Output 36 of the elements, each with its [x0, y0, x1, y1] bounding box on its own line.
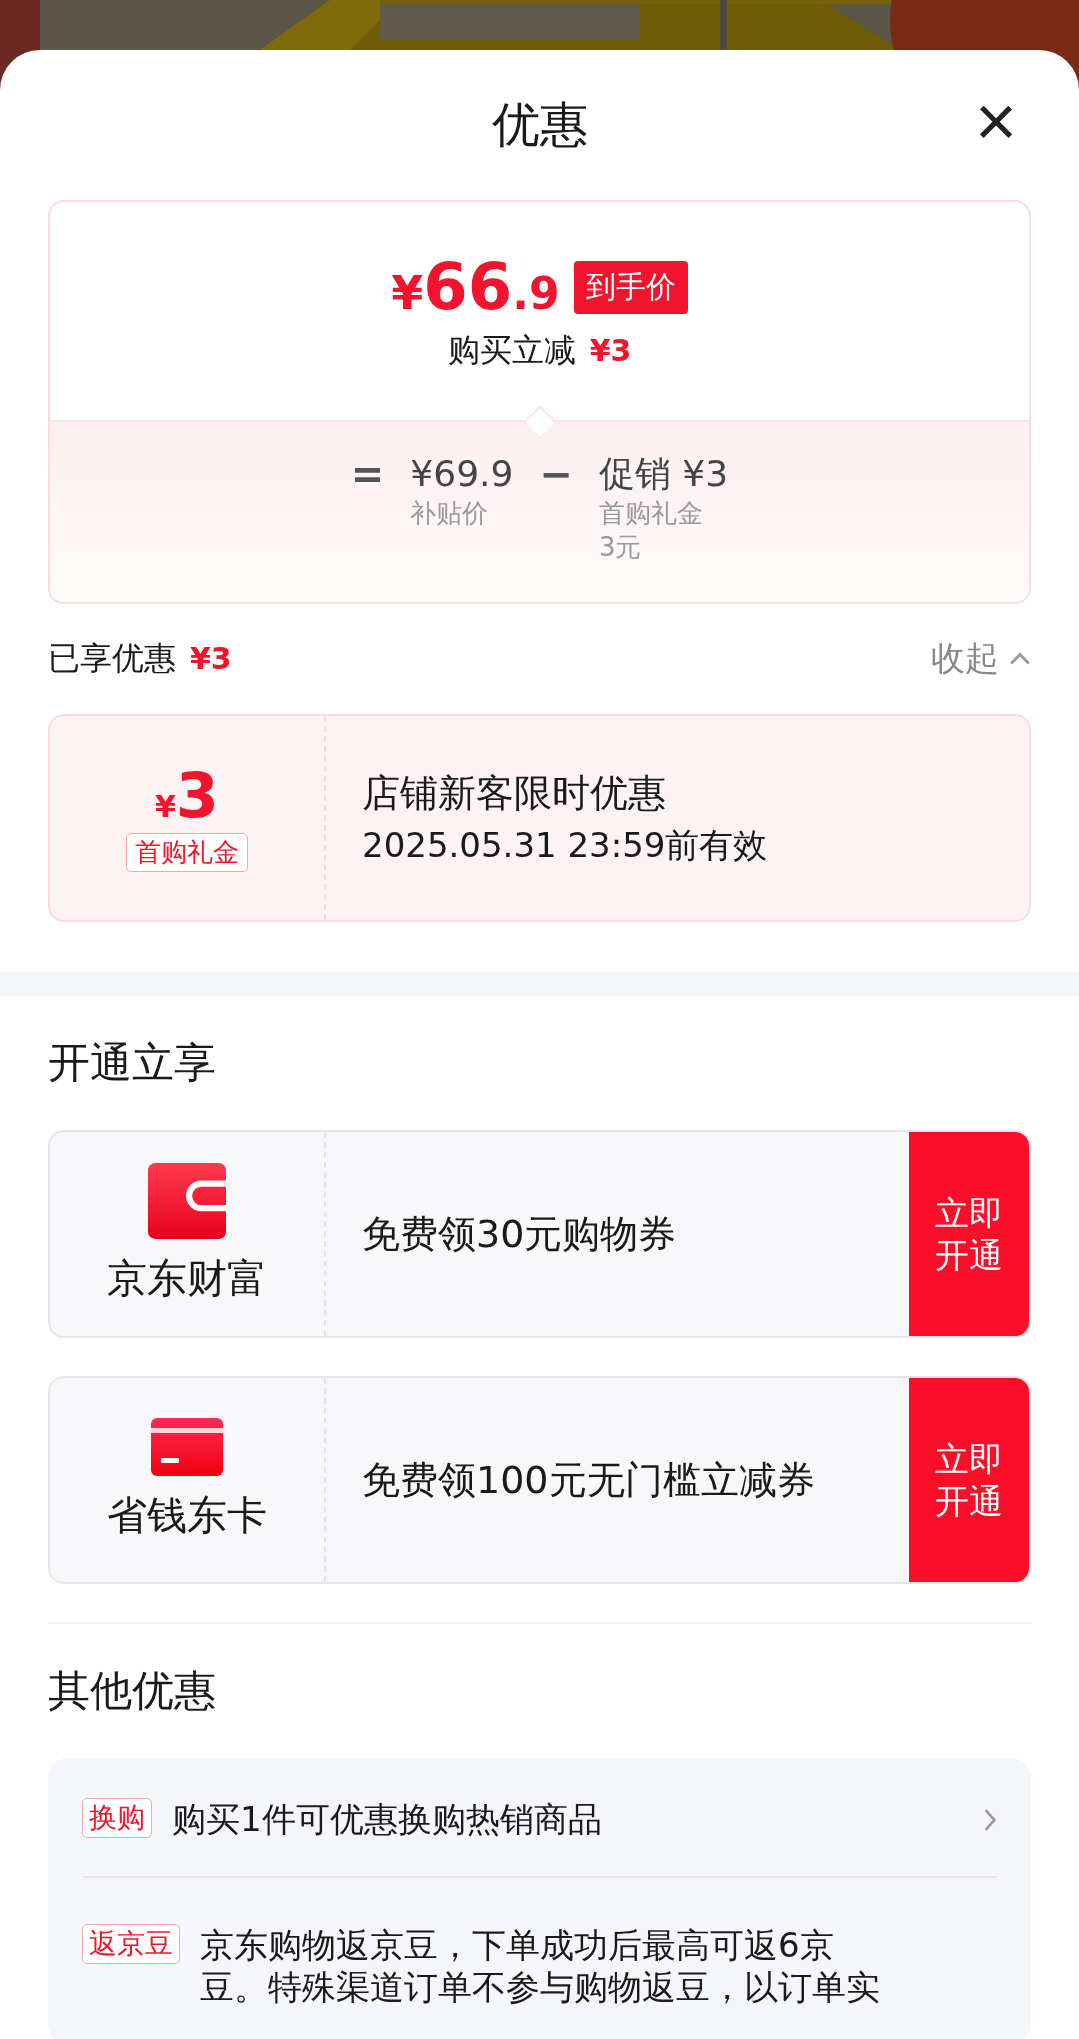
price-term: 促销 ¥3	[598, 452, 729, 496]
card-icon	[151, 1417, 223, 1476]
wallet-icon	[148, 1162, 226, 1239]
price-tag: 到手价	[573, 260, 688, 314]
activate-button[interactable]: 立即开通	[909, 1132, 1029, 1336]
term-note: 首购礼金	[598, 497, 704, 530]
offer-tag: 换购	[82, 1798, 152, 1838]
offer-text: 免费领30元购物券	[362, 1210, 677, 1258]
offer-name: 省钱东卡	[107, 1490, 267, 1540]
coupon-amount: ¥3	[155, 764, 219, 827]
coupon-validity: 2025.05.31 23:59前有效	[362, 823, 768, 867]
sheet-title: 优惠	[491, 95, 588, 154]
applied-label: 已享优惠	[48, 638, 176, 679]
coupon-title: 店铺新客限时优惠	[362, 769, 667, 817]
activate-button[interactable]: 立即开通	[909, 1378, 1029, 1582]
discount-amount: ¥3	[589, 333, 632, 368]
operator-sign: =	[350, 452, 385, 496]
chevron-icon	[1009, 652, 1031, 666]
final-price: ¥66.9	[391, 255, 560, 319]
collapse-toggle[interactable]: 收起	[931, 636, 1031, 682]
price-term: ¥69.9	[410, 452, 514, 496]
offer-text: 免费领100元无门槛立减券	[362, 1456, 815, 1504]
chevron-right-icon[interactable]	[983, 1808, 997, 1832]
offer-description: 购买1件可优惠换购热销商品	[172, 1798, 603, 1840]
discount-label: 购买立减	[447, 330, 576, 371]
applied-amount: ¥3	[190, 641, 232, 676]
offer-description: 京东购物返京豆，下单成功后最高可返6京豆。特殊渠道订单不参与购物返豆，以订单实	[200, 1924, 881, 2008]
close-button[interactable]: ×	[961, 86, 1031, 156]
term-note: 补贴价	[410, 497, 490, 530]
section-heading: 开通立享	[48, 1037, 217, 1089]
offer-tag: 返京豆	[82, 1924, 180, 1964]
term-note: 3元	[598, 531, 643, 564]
coupon-tag: 首购礼金	[126, 832, 248, 872]
operator-sign: −	[539, 452, 573, 496]
offer-name: 京东财富	[107, 1253, 267, 1303]
section-heading: 其他优惠	[48, 1665, 217, 1717]
